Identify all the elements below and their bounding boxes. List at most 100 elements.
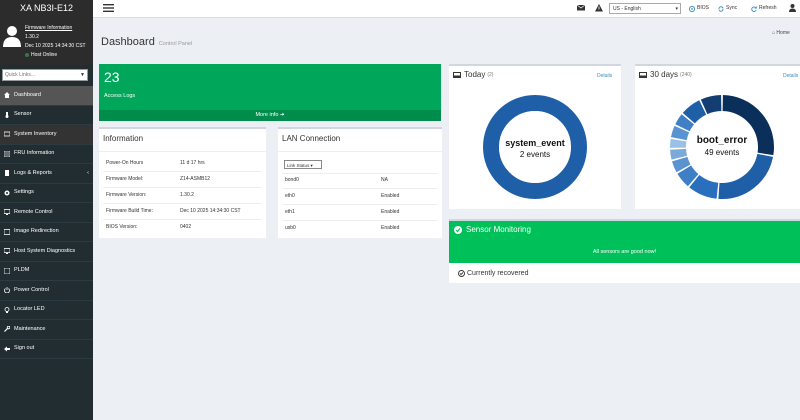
sync-button[interactable]: Sync bbox=[718, 0, 737, 17]
today-event-name: system_event bbox=[505, 138, 565, 148]
sidebar-item-system-inventory[interactable]: System Inventory bbox=[0, 125, 93, 145]
lan-status: Enabled bbox=[381, 193, 400, 199]
language-value: US - English bbox=[613, 6, 641, 12]
lan-status: NA bbox=[381, 177, 388, 183]
sidebar-item-pldm[interactable]: PLDM bbox=[0, 262, 93, 281]
more-info-link[interactable]: More info ➜ bbox=[99, 110, 441, 121]
currently-recovered[interactable]: Currently recovered bbox=[458, 270, 528, 277]
thirty-days-title: 30 days (240) bbox=[639, 70, 692, 79]
row-divider bbox=[103, 171, 262, 172]
language-select[interactable]: US - English ▾ bbox=[609, 3, 681, 14]
image-icon bbox=[4, 228, 10, 235]
sidebar-item-power-control[interactable]: Power Control bbox=[0, 281, 93, 301]
sidebar-item-label: Locator LED bbox=[14, 306, 45, 312]
info-value: 11 d 17 hrs bbox=[180, 160, 205, 166]
bios-label: BIOS bbox=[697, 5, 709, 11]
sidebar-item-remote-control[interactable]: Remote Control bbox=[0, 203, 93, 223]
thirty-days-donut-segment bbox=[718, 153, 774, 199]
chevron-down-icon: ▾ bbox=[310, 163, 313, 168]
app-title: XA NB3I-E12 bbox=[0, 0, 93, 17]
dashboard-icon bbox=[4, 92, 10, 99]
lan-connection-box: LAN Connection Link Status ▾ bond0 NA eth… bbox=[278, 127, 442, 238]
information-title: Information bbox=[103, 134, 144, 143]
row-divider bbox=[103, 187, 262, 188]
info-row: BIOS Version: 0402 bbox=[106, 224, 191, 230]
fru-icon bbox=[4, 150, 10, 157]
sidebar-item-label: PLDM bbox=[14, 267, 30, 273]
sidebar-item-sensor[interactable]: Sensor bbox=[0, 106, 93, 125]
sidebar: XA NB3I-E12 Firmware Information 1.30.2 … bbox=[0, 0, 93, 420]
sidebar-item-label: Sensor bbox=[14, 111, 32, 117]
thirty-days-donut-segment bbox=[672, 156, 691, 173]
thirty-days-donut-segment bbox=[689, 174, 719, 199]
warning-icon[interactable] bbox=[595, 4, 603, 12]
refresh-button[interactable]: Refresh bbox=[751, 0, 777, 17]
menu-toggle-icon[interactable] bbox=[103, 4, 114, 12]
quick-links-select[interactable]: ▼ bbox=[2, 69, 88, 81]
quick-links-input[interactable] bbox=[3, 70, 81, 80]
row-divider bbox=[103, 203, 262, 204]
sidebar-item-image-redirection[interactable]: Image Redirection bbox=[0, 223, 93, 242]
row-divider bbox=[103, 219, 262, 220]
sidebar-item-locator-led[interactable]: Locator LED bbox=[0, 301, 93, 320]
page-title: Dashboard Control Panel bbox=[101, 36, 192, 48]
bios-button[interactable]: BIOS bbox=[689, 0, 709, 17]
page-subtitle: Control Panel bbox=[158, 41, 193, 47]
mail-icon[interactable] bbox=[577, 4, 585, 11]
breadcrumb[interactable]: ⌂ Home bbox=[772, 30, 790, 36]
sidebar-item-logs-reports[interactable]: Logs & Reports ‹ bbox=[0, 164, 93, 184]
info-row: Firmware Model: Z14-ASMB12 bbox=[106, 176, 210, 182]
diagnostics-icon bbox=[4, 248, 10, 255]
wrench-icon bbox=[4, 326, 10, 333]
chevron-down-icon: ▼ bbox=[80, 72, 85, 78]
sidebar-item-dashboard[interactable]: Dashboard bbox=[0, 86, 93, 106]
sidebar-item-sign-out[interactable]: Sign out bbox=[0, 340, 93, 359]
info-label: BIOS Version: bbox=[106, 224, 138, 230]
row-divider bbox=[282, 173, 438, 174]
signout-icon bbox=[4, 346, 10, 352]
sidebar-item-label: Settings bbox=[14, 189, 34, 195]
access-logs-count: 23 bbox=[104, 69, 120, 85]
sidebar-item-settings[interactable]: Settings bbox=[0, 184, 93, 203]
status-dot-icon bbox=[25, 52, 29, 57]
lan-row: bond0 NA bbox=[285, 177, 388, 183]
inbox-icon bbox=[639, 71, 647, 78]
gear-icon bbox=[4, 190, 10, 196]
thirty-days-details-link[interactable]: Details bbox=[783, 73, 798, 79]
monitor-icon bbox=[4, 209, 10, 216]
sensor-status-message: All sensors are good now! bbox=[592, 249, 657, 255]
info-label: Power-On Hours bbox=[106, 160, 144, 166]
led-icon bbox=[4, 306, 10, 313]
thirty-days-events-box: 30 days (240) Details boot_error 49 event… bbox=[635, 64, 800, 209]
refresh-label: Refresh bbox=[759, 5, 777, 11]
lan-interface: usb0 bbox=[285, 225, 296, 231]
check-circle-icon bbox=[458, 270, 465, 277]
sidebar-item-label: Host System Diagnostics bbox=[14, 247, 76, 254]
power-icon bbox=[4, 287, 10, 294]
pldm-icon bbox=[4, 267, 10, 274]
access-logs-label: Access Logs bbox=[104, 93, 136, 99]
information-box: Information Power-On Hours 11 d 17 hrs Fi… bbox=[99, 127, 266, 238]
sidebar-item-maintenance[interactable]: Maintenance bbox=[0, 320, 93, 340]
today-details-link[interactable]: Details bbox=[597, 73, 612, 79]
user-icon[interactable] bbox=[789, 4, 796, 12]
lan-interface: bond0 bbox=[285, 177, 299, 183]
thirty-days-donut-segment bbox=[700, 95, 722, 115]
firmware-datetime: Dec 10 2025 14:34:30 CST bbox=[25, 43, 86, 49]
today-event-count: 2 events bbox=[519, 150, 551, 159]
sidebar-item-host-system-diagnostics[interactable]: Host System Diagnostics bbox=[0, 242, 93, 262]
sensor-icon bbox=[5, 111, 9, 118]
today-events-box: Today (2) Details system_event 2 events bbox=[449, 64, 621, 209]
sidebar-item-label: Logs & Reports bbox=[14, 169, 52, 176]
link-status-select[interactable]: Link Status ▾ bbox=[284, 160, 322, 169]
sensor-title-text: Sensor Monitoring bbox=[466, 225, 531, 234]
info-row: Power-On Hours 11 d 17 hrs bbox=[106, 160, 205, 166]
host-status-label: Host Online bbox=[31, 52, 58, 58]
lan-interface: eth1 bbox=[285, 209, 295, 215]
info-value: 1.30.2 bbox=[180, 192, 194, 198]
row-divider bbox=[282, 204, 438, 205]
chevron-down-icon: ▾ bbox=[675, 6, 678, 12]
sync-label: Sync bbox=[726, 5, 738, 11]
sidebar-item-fru-information[interactable]: FRU Information bbox=[0, 145, 93, 164]
firmware-information-link[interactable]: Firmware Information bbox=[25, 25, 72, 31]
